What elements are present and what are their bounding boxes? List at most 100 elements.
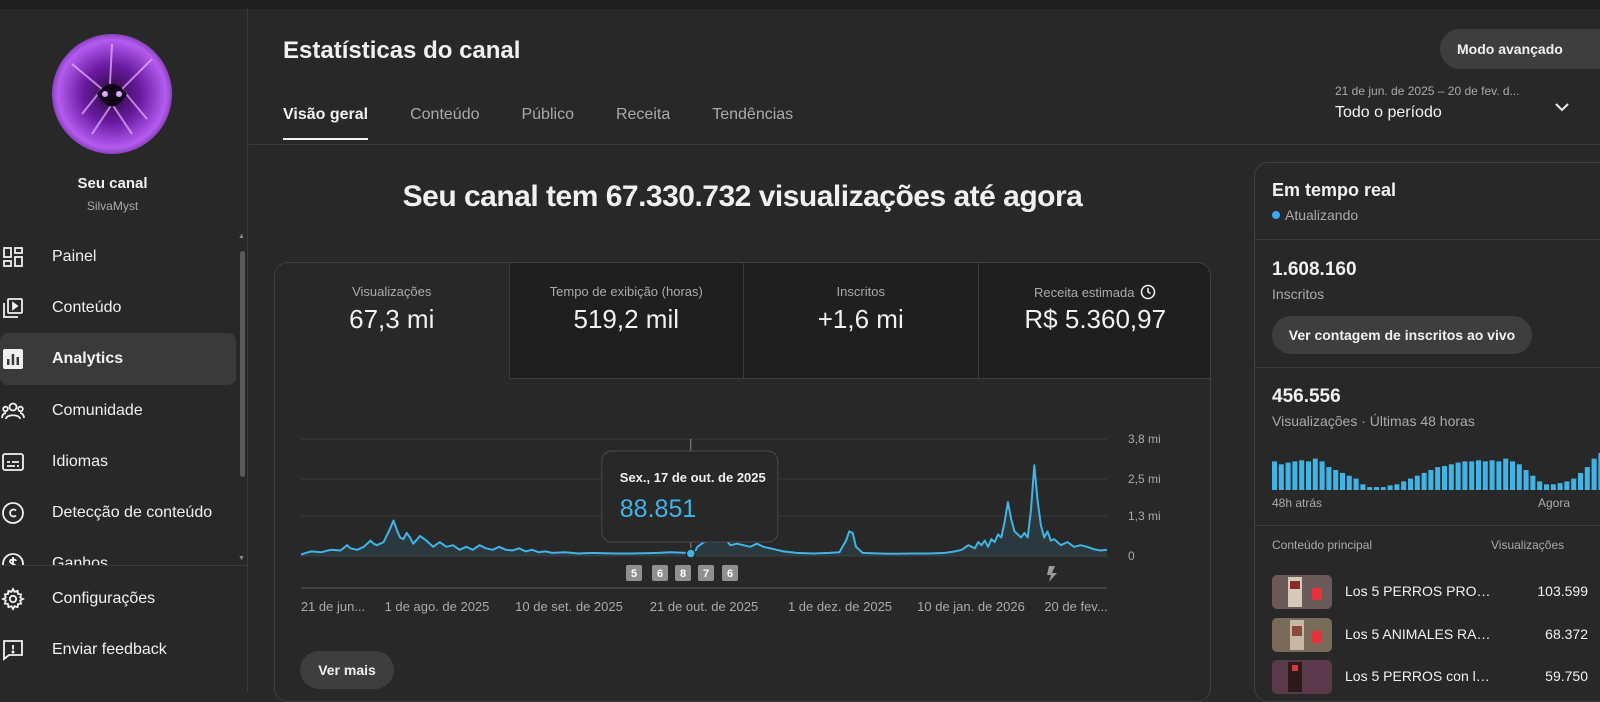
realtime-bar — [1578, 472, 1583, 490]
sidebar-item-conteudo[interactable]: Conteúdo — [0, 282, 236, 334]
tab-trends[interactable]: Tendências — [712, 106, 793, 140]
sidebar-item-painel[interactable]: Painel — [0, 231, 236, 283]
realtime-bar — [1544, 484, 1549, 490]
realtime-bar — [1428, 470, 1434, 490]
kpi-subscribers[interactable]: Inscritos +1,6 mi — [744, 263, 979, 379]
sidebar-item-label: Detecção de conteúdo — [52, 504, 213, 521]
realtime-bar — [1306, 461, 1311, 490]
kpi-value: R$ 5.360,97 — [1024, 304, 1167, 334]
y-tick-label: 3,8 mi — [1128, 432, 1161, 446]
x-tick-label: 1 de dez. de 2025 — [788, 599, 892, 614]
see-more-button[interactable]: Ver mais — [300, 651, 394, 689]
divider — [1255, 367, 1600, 368]
scroll-up-icon[interactable]: ▲ — [238, 233, 245, 240]
realtime-bar — [1523, 470, 1529, 490]
scroll-down-icon[interactable]: ▼ — [238, 555, 245, 562]
sidebar-item-feedback[interactable]: Enviar feedback — [0, 624, 236, 676]
event-marker-label: 8 — [680, 568, 686, 580]
realtime-bar — [1503, 458, 1509, 490]
realtime-bar — [1421, 472, 1427, 490]
divider — [1255, 525, 1600, 526]
kpi-label-text: Receita estimada — [1034, 285, 1135, 300]
realtime-bar — [1353, 478, 1359, 490]
divider — [1255, 239, 1600, 240]
tab-content[interactable]: Conteúdo — [410, 106, 479, 140]
realtime-bar — [1380, 487, 1386, 490]
y-tick-label: 1,3 mi — [1128, 509, 1161, 523]
feedback-icon — [0, 637, 26, 663]
x-tick-label: 10 de set. de 2025 — [515, 599, 623, 614]
realtime-bar — [1374, 487, 1379, 490]
sidebar-item-ganhos[interactable]: Ganhos — [0, 538, 236, 565]
sidebar-scroll-thumb[interactable] — [240, 251, 245, 477]
earn-icon — [0, 551, 26, 565]
y-tick-label: 0 — [1128, 549, 1135, 563]
sidebar-divider — [0, 565, 248, 566]
headline: Seu canal tem 67.330.732 visualizações a… — [402, 180, 1083, 213]
sidebar-item-configuracoes[interactable]: Configurações — [0, 573, 236, 625]
hover-point — [685, 548, 697, 559]
realtime-bar — [1455, 462, 1461, 490]
tab-overview[interactable]: Visão geral — [283, 106, 369, 140]
stats-card: Visualizações 67,3 mi Tempo de exibição … — [274, 262, 1211, 702]
list-item[interactable]: Los 5 PERROS con las... 59.750 — [1272, 660, 1600, 696]
tab-bar: Visão geral Conteúdo Público Receita Ten… — [283, 106, 835, 140]
list-item[interactable]: Los 5 ANIMALES RARO... 68.372 — [1272, 618, 1600, 654]
event-marker-label: 5 — [631, 568, 637, 580]
realtime-bar — [1482, 461, 1488, 490]
realtime-bar — [1408, 478, 1413, 490]
sidebar-item-analytics[interactable]: Analytics — [0, 333, 236, 385]
realtime-bar-chart[interactable] — [1272, 448, 1600, 490]
date-range-text[interactable]: 21 de jun. de 2025 – 20 de fev. d... — [1335, 84, 1535, 98]
community-icon — [0, 398, 26, 424]
copyright-icon — [0, 500, 26, 526]
period-selector[interactable]: Todo o período — [1335, 104, 1442, 122]
tab-revenue[interactable]: Receita — [616, 106, 670, 140]
video-title: Los 5 PERROS PROHI... — [1345, 583, 1495, 599]
realtime-bar — [1299, 460, 1305, 490]
subscribers-count: 1.608.160 — [1272, 259, 1357, 280]
realtime-bar — [1442, 466, 1447, 490]
sidebar-item-label: Ganhos — [52, 555, 109, 565]
x-tick-label: 21 de out. de 2025 — [650, 599, 758, 614]
realtime-bar — [1292, 461, 1298, 490]
chevron-down-icon[interactable] — [1553, 98, 1571, 116]
top-strip — [0, 0, 1600, 9]
channel-avatar[interactable] — [52, 34, 172, 154]
chart-tooltip: Sex., 17 de out. de 2025 88.851 — [601, 450, 779, 543]
views-48h-label: Visualizações · Últimas 48 horas — [1272, 413, 1475, 429]
live-dot-icon — [1272, 211, 1280, 219]
realtime-bar — [1489, 460, 1495, 490]
realtime-bar — [1564, 481, 1570, 490]
sidebar-item-comunidade[interactable]: Comunidade — [0, 385, 236, 437]
kpi-revenue[interactable]: Receita estimada R$ 5.360,97 — [978, 263, 1210, 379]
realtime-bar — [1496, 461, 1502, 490]
x-tick-label: 20 de fev... — [1044, 599, 1107, 614]
views-48h-count: 456.556 — [1272, 386, 1341, 407]
axis-now-label: Agora — [1538, 496, 1571, 510]
video-views: 59.750 — [1545, 668, 1588, 684]
views-chart[interactable]: 0 1,3 mi 2,5 mi 3,8 mi Sex., 17 de out. de 2… — [275, 379, 1211, 639]
kpi-row: Visualizações 67,3 mi Tempo de exibição … — [275, 263, 1210, 379]
sidebar-item-label: Comunidade — [52, 402, 143, 419]
list-item[interactable]: Los 5 PERROS PROHI... 103.599 — [1272, 575, 1600, 611]
kpi-watch-time[interactable]: Tempo de exibição (horas) 519,2 mil — [509, 263, 744, 379]
live-subscriber-count-button[interactable]: Ver contagem de inscritos ao vivo — [1272, 316, 1532, 354]
realtime-bar — [1435, 467, 1441, 490]
kpi-views[interactable]: Visualizações 67,3 mi — [275, 263, 510, 379]
realtime-bar — [1469, 461, 1475, 490]
realtime-status-text: Atualizando — [1285, 207, 1359, 223]
realtime-bar — [1272, 461, 1277, 490]
sidebar-item-deteccao[interactable]: Detecção de conteúdo — [0, 487, 236, 539]
realtime-bar — [1278, 464, 1284, 490]
sidebar-item-idiomas[interactable]: Idiomas — [0, 436, 236, 488]
advanced-mode-button[interactable]: Modo avançado — [1440, 29, 1600, 69]
tab-audience[interactable]: Público — [521, 106, 573, 140]
shorts-icon — [1047, 566, 1057, 582]
sidebar-item-label: Analytics — [52, 350, 124, 367]
realtime-bar — [1537, 481, 1543, 490]
event-marker-label: 6 — [727, 568, 733, 580]
realtime-bar — [1387, 485, 1393, 490]
sidebar-item-label: Painel — [52, 248, 97, 265]
axis-48h-label: 48h atrás — [1272, 496, 1323, 510]
